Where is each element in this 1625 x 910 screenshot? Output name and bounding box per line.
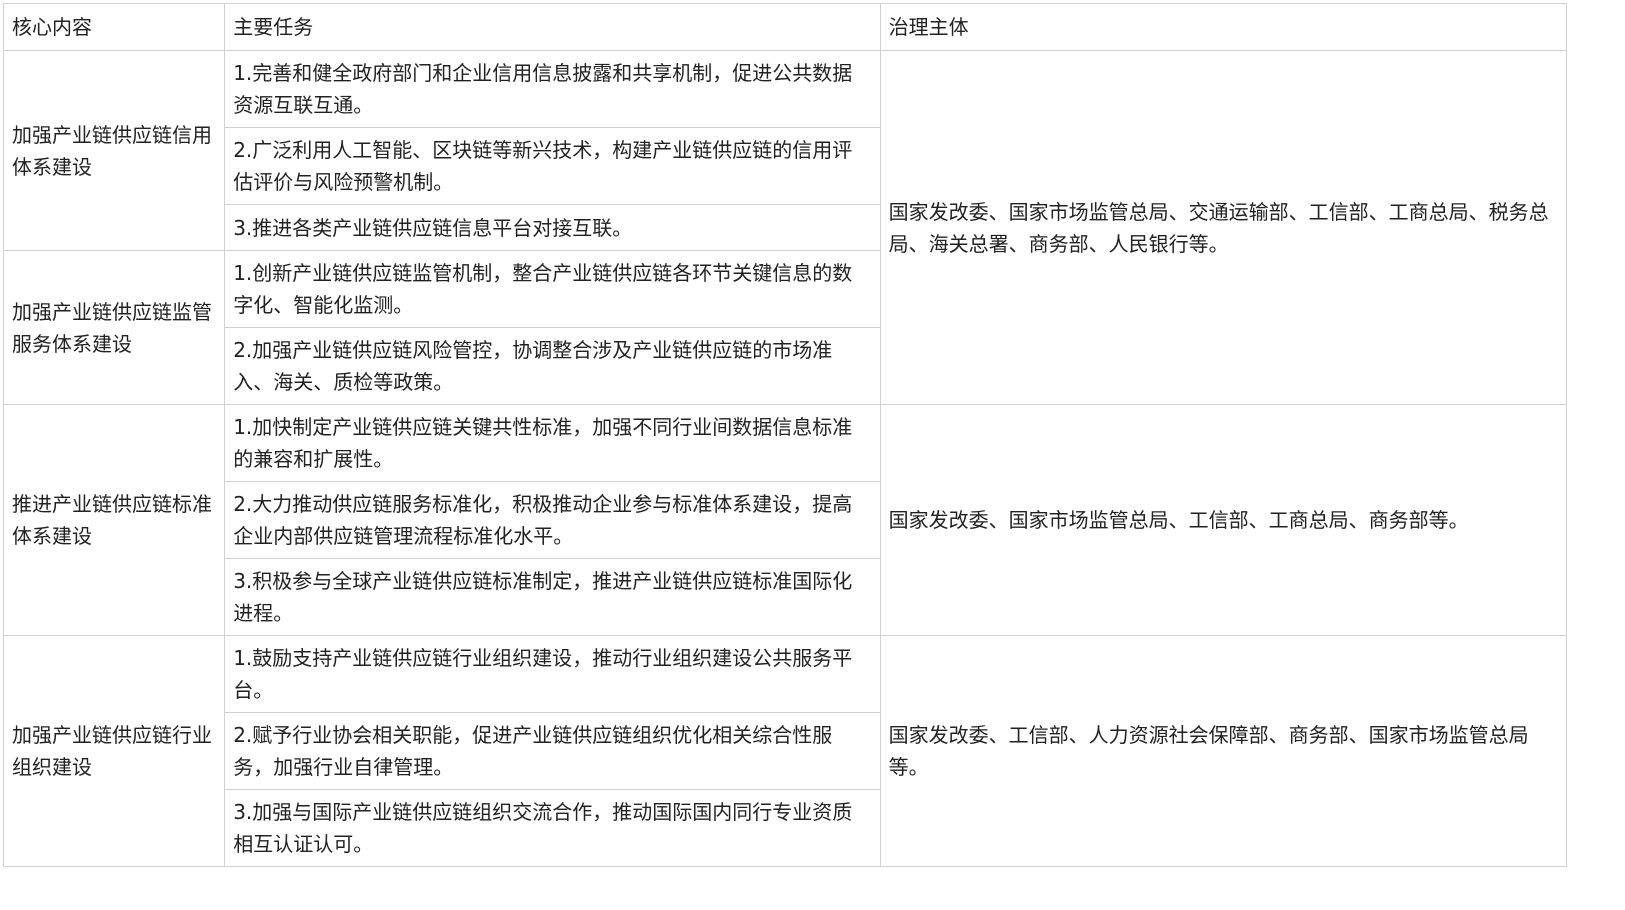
task-cell: 1.完善和健全政府部门和企业信用信息披露和共享机制，促进公共数据资源互联互通。 bbox=[224, 50, 881, 128]
header-main-tasks: 主要任务 bbox=[224, 3, 881, 51]
task-cell: 1.加快制定产业链供应链关键共性标准，加强不同行业间数据信息标准的兼容和扩展性。 bbox=[224, 404, 881, 482]
task-cell: 2.赋予行业协会相关职能，促进产业链供应链组织优化相关综合性服务，加强行业自律管… bbox=[224, 712, 881, 790]
core-content-cell: 推进产业链供应链标准体系建设 bbox=[2, 404, 226, 636]
core-content-cell: 加强产业链供应链信用体系建设 bbox=[2, 50, 226, 251]
task-cell: 3.积极参与全球产业链供应链标准制定，推进产业链供应链标准国际化进程。 bbox=[224, 558, 881, 636]
task-cell: 2.大力推动供应链服务标准化，积极推动企业参与标准体系建设，提高企业内部供应链管… bbox=[224, 481, 881, 559]
task-cell: 1.创新产业链供应链监管机制，整合产业链供应链各环节关键信息的数字化、智能化监测… bbox=[224, 250, 881, 328]
core-content-cell: 加强产业链供应链行业组织建设 bbox=[2, 635, 226, 867]
governance-body-cell: 国家发改委、国家市场监管总局、工信部、工商总局、商务部等。 bbox=[879, 404, 1568, 636]
task-cell: 2.加强产业链供应链风险管控，协调整合涉及产业链供应链的市场准入、海关、质检等政… bbox=[224, 327, 881, 405]
task-cell: 3.加强与国际产业链供应链组织交流合作，推动国际国内同行专业资质相互认证认可。 bbox=[224, 789, 881, 867]
governance-body-cell: 国家发改委、国家市场监管总局、交通运输部、工信部、工商总局、税务总局、海关总署、… bbox=[879, 50, 1568, 405]
table-row: 加强产业链供应链信用体系建设 1.完善和健全政府部门和企业信用信息披露和共享机制… bbox=[2, 50, 1568, 405]
table-row: 加强产业链供应链行业组织建设 1.鼓励支持产业链供应链行业组织建设，推动行业组织… bbox=[2, 635, 1568, 867]
core-content-cell: 加强产业链供应链监管服务体系建设 bbox=[2, 250, 226, 405]
header-core-content: 核心内容 bbox=[2, 3, 226, 51]
header-governance-body: 治理主体 bbox=[879, 3, 1568, 51]
task-cell: 1.鼓励支持产业链供应链行业组织建设，推动行业组织建设公共服务平台。 bbox=[224, 635, 881, 713]
task-cell: 3.推进各类产业链供应链信息平台对接互联。 bbox=[224, 204, 881, 251]
task-cell: 2.广泛利用人工智能、区块链等新兴技术，构建产业链供应链的信用评估评价与风险预警… bbox=[224, 127, 881, 205]
table-row: 推进产业链供应链标准体系建设 1.加快制定产业链供应链关键共性标准，加强不同行业… bbox=[2, 404, 1568, 636]
table-header-row: 核心内容 主要任务 治理主体 bbox=[2, 3, 1568, 51]
governance-table: 核心内容 主要任务 治理主体 加强产业链供应链信用体系建设 1.完善和健全政府部… bbox=[2, 3, 1568, 867]
governance-body-cell: 国家发改委、工信部、人力资源社会保障部、商务部、国家市场监管总局等。 bbox=[879, 635, 1568, 867]
